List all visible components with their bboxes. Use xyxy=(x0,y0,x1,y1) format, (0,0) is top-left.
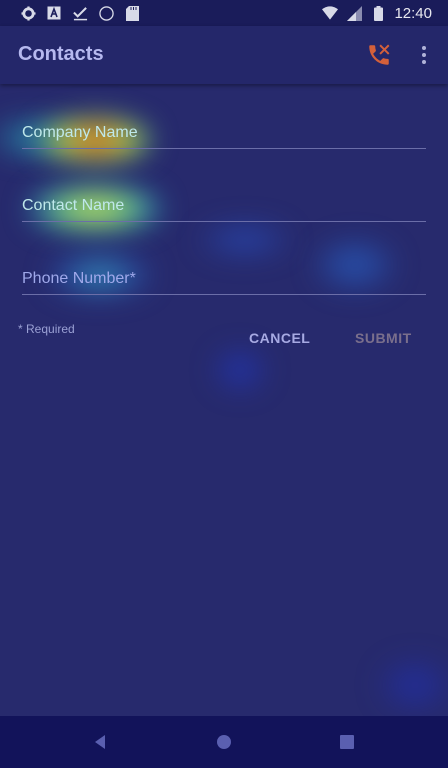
settings-icon xyxy=(20,5,36,21)
more-options-button[interactable] xyxy=(412,42,436,68)
navigation-bar xyxy=(0,716,448,768)
contact-name-label: Contact Name xyxy=(22,197,125,214)
phone-icon xyxy=(369,44,390,65)
wifi-icon xyxy=(322,5,339,21)
company-name-field[interactable]: Company Name xyxy=(22,108,426,149)
contact-name-field[interactable]: Contact Name xyxy=(22,181,426,222)
heatmap-blob xyxy=(380,660,448,710)
back-button[interactable] xyxy=(92,734,108,750)
company-name-label: Company Name xyxy=(22,124,138,141)
home-button[interactable] xyxy=(216,734,232,750)
status-time: 12:40 xyxy=(394,4,432,22)
cell-signal-icon xyxy=(346,5,362,21)
page-title: Contacts xyxy=(18,43,104,65)
cancel-button[interactable]: CANCEL xyxy=(249,330,310,346)
phone-number-field[interactable]: Phone Number* xyxy=(22,254,426,295)
heatmap-blob xyxy=(200,225,290,255)
phone-button[interactable] xyxy=(366,42,392,68)
heatmap-blob xyxy=(215,350,265,390)
recents-button[interactable] xyxy=(340,735,354,749)
more-vert-icon xyxy=(422,46,426,50)
more-vert-dot xyxy=(422,53,426,57)
battery-icon xyxy=(370,5,386,21)
back-icon xyxy=(95,735,105,749)
status-bar: 12:40 xyxy=(0,0,448,26)
app-bar: Contacts xyxy=(0,26,448,84)
a-box-icon xyxy=(46,5,62,21)
more-vert-dot xyxy=(422,60,426,64)
circle-icon xyxy=(98,5,114,21)
sd-card-icon xyxy=(124,5,140,21)
home-icon xyxy=(217,735,231,749)
phone-number-label: Phone Number* xyxy=(22,270,136,287)
required-note: * Required xyxy=(18,322,75,336)
submit-button[interactable]: SUBMIT xyxy=(355,330,412,346)
check-icon xyxy=(72,5,88,21)
